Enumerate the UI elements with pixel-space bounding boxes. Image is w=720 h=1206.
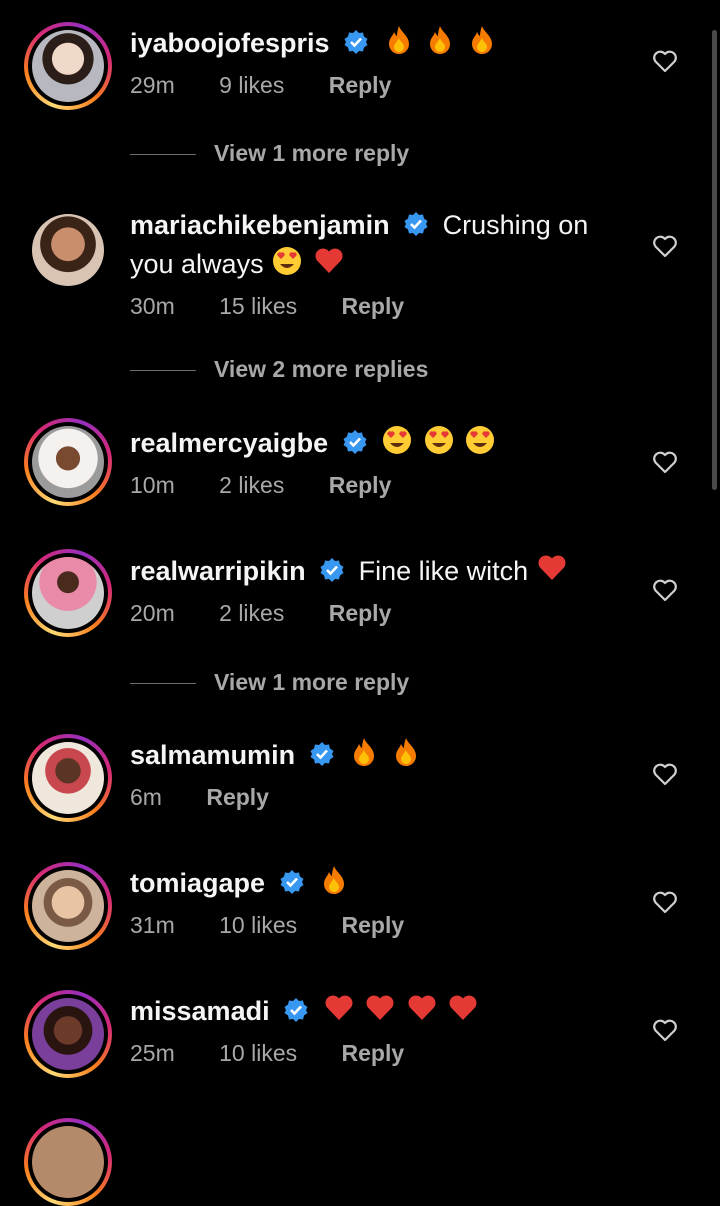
reply-button[interactable]: Reply bbox=[329, 600, 392, 626]
red-heart-emoji-icon bbox=[315, 248, 343, 273]
comment-username[interactable]: mariachikebenjamin bbox=[130, 210, 390, 240]
fire-emoji-icon bbox=[388, 26, 409, 54]
red-heart-emoji-icon bbox=[449, 995, 477, 1020]
reply-button[interactable]: Reply bbox=[329, 72, 392, 98]
red-heart-emoji-icon bbox=[366, 995, 394, 1020]
fire-emoji-icon bbox=[324, 866, 345, 894]
comment-likes[interactable]: 15 likes bbox=[219, 293, 297, 319]
avatar[interactable] bbox=[24, 990, 112, 1078]
comment-text: Crushing on bbox=[442, 210, 589, 240]
comment-username[interactable]: salmamumin bbox=[130, 740, 295, 770]
comment-username[interactable]: tomiagape bbox=[130, 868, 265, 898]
heart-eyes-emoji-icon bbox=[273, 247, 302, 275]
avatar[interactable] bbox=[24, 22, 112, 110]
red-heart-emoji-icon bbox=[408, 995, 436, 1020]
comment-likes[interactable]: 10 likes bbox=[219, 912, 297, 938]
avatar[interactable] bbox=[24, 1118, 112, 1206]
comment-emojis bbox=[318, 864, 352, 904]
comment-emojis bbox=[271, 245, 347, 285]
heart-outline-icon[interactable] bbox=[652, 578, 678, 602]
comment-time: 31m bbox=[130, 912, 175, 938]
heart-eyes-emoji-icon bbox=[424, 426, 453, 454]
heart-outline-icon[interactable] bbox=[652, 1018, 678, 1042]
comment-likes[interactable]: 9 likes bbox=[219, 72, 284, 98]
comment-emojis bbox=[323, 992, 482, 1032]
comment-username[interactable]: realmercyaigbe bbox=[130, 428, 328, 458]
reply-button[interactable]: Reply bbox=[206, 784, 269, 810]
fire-emoji-icon bbox=[471, 26, 492, 54]
avatar[interactable] bbox=[24, 734, 112, 822]
avatar[interactable] bbox=[24, 206, 112, 294]
reply-button[interactable]: Reply bbox=[342, 293, 405, 319]
view-more-replies-button[interactable]: View 2 more replies bbox=[130, 356, 428, 383]
verified-badge-icon bbox=[283, 997, 309, 1031]
verified-badge-icon bbox=[309, 741, 335, 775]
comment-likes[interactable]: 2 likes bbox=[219, 600, 284, 626]
comment-time: 29m bbox=[130, 72, 175, 98]
comment-emojis bbox=[536, 552, 570, 592]
divider bbox=[130, 154, 196, 156]
verified-badge-icon bbox=[403, 211, 429, 245]
avatar[interactable] bbox=[24, 862, 112, 950]
comment-text-continued: you always bbox=[130, 249, 264, 279]
reply-button[interactable]: Reply bbox=[342, 912, 405, 938]
heart-outline-icon[interactable] bbox=[652, 49, 678, 73]
comment-time: 20m bbox=[130, 600, 175, 626]
avatar[interactable] bbox=[24, 549, 112, 637]
comment-time: 6m bbox=[130, 784, 162, 810]
verified-badge-icon bbox=[279, 869, 305, 903]
divider bbox=[130, 683, 196, 685]
red-heart-emoji-icon bbox=[538, 555, 566, 580]
scrollbar[interactable] bbox=[712, 30, 717, 490]
view-more-replies-button[interactable]: View 1 more reply bbox=[130, 140, 409, 167]
fire-emoji-icon bbox=[395, 738, 416, 766]
reply-button[interactable]: Reply bbox=[329, 472, 392, 498]
verified-badge-icon bbox=[343, 29, 369, 63]
fire-emoji-icon bbox=[354, 738, 375, 766]
heart-outline-icon[interactable] bbox=[652, 234, 678, 258]
verified-badge-icon bbox=[342, 429, 368, 463]
comment-username[interactable]: iyaboojofespris bbox=[130, 28, 330, 58]
comment-time: 10m bbox=[130, 472, 175, 498]
comment-time: 30m bbox=[130, 293, 175, 319]
comment-emojis bbox=[348, 736, 424, 776]
comment-time: 25m bbox=[130, 1040, 175, 1066]
comment-text: Fine like witch bbox=[358, 556, 529, 586]
divider bbox=[130, 370, 196, 372]
reply-button[interactable]: Reply bbox=[342, 1040, 405, 1066]
heart-outline-icon[interactable] bbox=[652, 890, 678, 914]
heart-eyes-emoji-icon bbox=[466, 426, 495, 454]
red-heart-emoji-icon bbox=[325, 995, 353, 1020]
view-more-replies-button[interactable]: View 1 more reply bbox=[130, 669, 409, 696]
heart-outline-icon[interactable] bbox=[652, 762, 678, 786]
comment-likes[interactable]: 10 likes bbox=[219, 1040, 297, 1066]
comment-emojis bbox=[383, 24, 500, 64]
heart-outline-icon[interactable] bbox=[652, 450, 678, 474]
comment-emojis bbox=[381, 424, 498, 464]
verified-badge-icon bbox=[319, 557, 345, 591]
heart-eyes-emoji-icon bbox=[383, 426, 412, 454]
comment-likes[interactable]: 2 likes bbox=[219, 472, 284, 498]
comment-username[interactable]: realwarripikin bbox=[130, 556, 306, 586]
fire-emoji-icon bbox=[430, 26, 451, 54]
comment-username[interactable]: missamadi bbox=[130, 996, 270, 1026]
avatar[interactable] bbox=[24, 418, 112, 506]
